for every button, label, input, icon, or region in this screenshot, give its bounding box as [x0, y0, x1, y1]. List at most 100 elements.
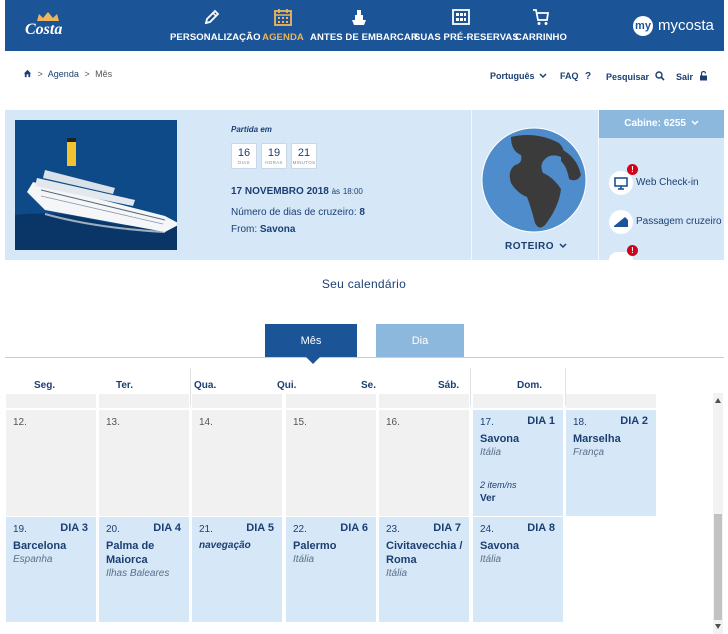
faq-link[interactable]: FAQ ? [560, 71, 591, 82]
calendar-cell-trip-day[interactable]: 21. DIA 5 navegação [192, 517, 282, 622]
cell-city: Palma de Maiorca [106, 540, 155, 566]
ticket-icon [609, 210, 633, 234]
cell-city: Barcelona [13, 540, 67, 552]
breadcrumb: > Agenda > Mês [23, 69, 112, 79]
search-link[interactable]: Pesquisar [606, 71, 665, 82]
ship-image [15, 120, 177, 250]
route-button[interactable]: ROTEIRO [505, 241, 567, 252]
nav-carrinho[interactable]: CARRINHO [510, 7, 572, 47]
cell-city: Savona [480, 433, 520, 445]
calendar-cell-trip-day[interactable]: 19. DIA 3 Barcelona Espanha [6, 517, 96, 622]
cell-day-number: DIA 1 [527, 415, 555, 427]
chevron-down-icon [539, 73, 547, 79]
cell-date: 12. [13, 417, 27, 428]
logo-text: Costa [25, 21, 63, 38]
weekday-header: Ter. [116, 380, 134, 391]
countdown-value: 19 [267, 147, 281, 159]
countdown-value: 16 [237, 147, 251, 159]
panel-divider [471, 110, 472, 260]
calendar-cell [379, 394, 469, 408]
calendar-cell [286, 394, 376, 408]
departure-time: 18:00 [342, 187, 363, 196]
cell-day-number: DIA 8 [527, 522, 555, 534]
tabs-divider [5, 357, 724, 358]
cell-date: 22. [293, 524, 307, 535]
nav-antes-de-embarcar[interactable]: ANTES DE EMBARCAR [310, 7, 418, 47]
cell-day-number: DIA 5 [246, 522, 274, 534]
cell-date: 15. [293, 417, 307, 428]
breadcrumb-agenda[interactable]: Agenda [48, 69, 79, 79]
pencil-icon [204, 9, 220, 25]
cell-country: Ilhas Baleares [106, 568, 170, 579]
calendar-cell-trip-day[interactable]: 23. DIA 7 Civitavecchia / Roma Itália [379, 517, 469, 622]
cell-date: 21. [199, 524, 213, 535]
cell-navigation-note: navegação [199, 540, 251, 551]
weekday-header: Qui. [277, 380, 297, 391]
nav-agenda[interactable]: AGENDA [260, 7, 306, 47]
calendar-cell-trip-day[interactable]: 20. DIA 4 Palma de Maiorca Ilhas Baleare… [99, 517, 189, 622]
cell-date: 14. [199, 417, 213, 428]
language-label: Português [490, 71, 535, 81]
ship-icon [352, 10, 366, 25]
scroll-up-icon[interactable] [715, 398, 721, 403]
alert-badge: ! [627, 164, 638, 175]
tab-dia[interactable]: Dia [376, 324, 464, 358]
cabin-item-web-checkin[interactable]: ! Web Check-in [609, 164, 719, 195]
search-label: Pesquisar [606, 72, 650, 82]
logout-link[interactable]: Sair [676, 70, 708, 82]
tab-mes[interactable]: Mês [265, 324, 357, 358]
from-value: Savona [259, 224, 296, 235]
cell-country: França [573, 447, 605, 458]
calendar-cell [473, 394, 563, 408]
monitor-icon [609, 171, 633, 195]
cell-date: 16. [386, 417, 400, 428]
from-label: From: [231, 224, 258, 235]
nav-label: CARRINHO [515, 32, 567, 43]
calendar-cell-trip-day[interactable]: 24. DIA 8 Savona Itália [473, 517, 563, 622]
calendar-icon [274, 9, 292, 26]
cell-day-number: DIA 6 [340, 522, 368, 534]
header-divider [470, 368, 471, 406]
page: Costa PERSONALIZAÇÃO AGENDA ANTES DE EMB… [0, 0, 728, 634]
calendar-cell-trip-day[interactable]: 17. DIA 1 Savona Itália 2 item/ns Ver [473, 410, 563, 516]
calendar-cell [99, 394, 189, 408]
route-label: ROTEIRO [505, 241, 555, 252]
weekday-header: Qua. [194, 380, 217, 391]
mycosta-badge: my [633, 16, 653, 36]
cell-city: Marselha [573, 433, 621, 445]
departure-port-line: From: Savona [231, 224, 295, 235]
calendar-title: Seu calendário [321, 277, 407, 291]
logout-label: Sair [676, 72, 694, 82]
nav-personalizacao[interactable]: PERSONALIZAÇÃO [170, 7, 261, 47]
cabin-item-passagem[interactable]: Passagem cruzeiro [609, 210, 726, 234]
cell-date: 17. [480, 417, 494, 428]
globe-icon[interactable] [481, 127, 587, 233]
nav-suas-pre-reservas[interactable]: SUAS PRÉ-RESERVAS [414, 7, 519, 47]
header-divider [190, 368, 191, 406]
language-selector[interactable]: Português [490, 71, 547, 81]
cell-date: 13. [106, 417, 120, 428]
calendar-cell: 14. [192, 410, 282, 516]
cell-city: Palermo [293, 540, 337, 552]
cabin-selector[interactable]: Cabine: 6255 [599, 110, 724, 138]
cell-date: 20. [106, 524, 120, 535]
cell-date: 24. [480, 524, 494, 535]
home-icon[interactable] [23, 69, 32, 78]
scroll-down-icon[interactable] [715, 624, 721, 629]
departure-date: 17 NOVEMBRO 2018 às 18:00 [231, 186, 363, 197]
departure-date-value: 17 NOVEMBRO 2018 [231, 186, 329, 197]
calendar-cell [6, 394, 96, 408]
calendar-cell: 12. [6, 410, 96, 516]
cabin-item-documents[interactable]: ! [609, 245, 639, 260]
search-icon [654, 71, 665, 81]
mycosta-label: mycosta [658, 17, 714, 34]
calendar-cell-trip-day[interactable]: 22. DIA 6 Palermo Itália [286, 517, 376, 622]
weekday-header: Sáb. [438, 380, 460, 391]
scrollbar-thumb[interactable] [714, 514, 722, 620]
costa-logo[interactable]: Costa [23, 12, 73, 40]
view-link[interactable]: Ver [480, 493, 496, 504]
cell-day-number: DIA 3 [60, 522, 88, 534]
calendar-cell-trip-day[interactable]: 18. DIA 2 Marselha França [566, 410, 656, 516]
cruise-days-label: Número de dias de cruzeiro: [231, 207, 357, 218]
cell-city: Savona [480, 540, 520, 552]
